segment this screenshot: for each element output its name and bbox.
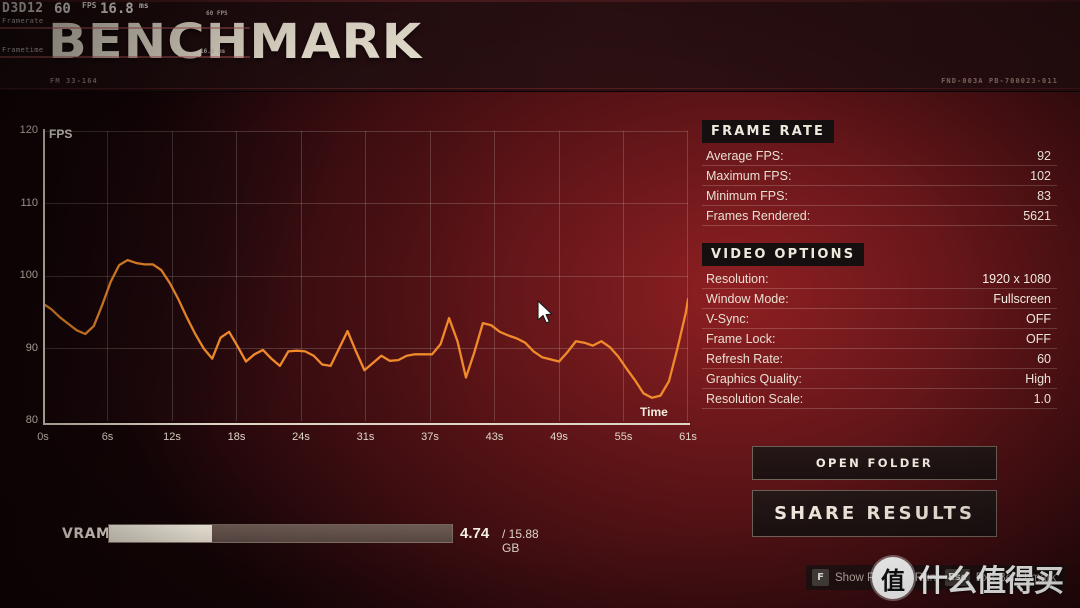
video-option-key: Resolution Scale: <box>706 391 804 406</box>
x-axis-line <box>43 423 690 425</box>
x-tick-24s: 24s <box>292 431 310 443</box>
video-option-row: Resolution Scale: 1.0 <box>702 389 1057 409</box>
frame-rate-key: Minimum FPS: <box>706 188 788 203</box>
header-top-rule <box>0 0 1080 2</box>
key-hint-label: Show Previous Run <box>835 571 936 584</box>
overlay-frametime-label: Frametime <box>2 46 44 54</box>
footer-key-hints: F Show Previous Run Esc Exit Benchmark <box>806 565 1067 590</box>
video-option-row: Resolution: 1920 x 1080 <box>702 269 1057 289</box>
frame-rate-row: Maximum FPS: 102 <box>702 166 1057 186</box>
video-option-value: OFF <box>1026 331 1051 346</box>
x-tick-61s: 61s <box>679 431 697 443</box>
x-tick-12s: 12s <box>163 431 181 443</box>
keycap-esc: Esc <box>945 569 970 586</box>
vram-fill <box>109 525 212 542</box>
video-option-value: 1920 x 1080 <box>982 271 1051 286</box>
section-video-options: VIDEO OPTIONS Resolution: 1920 x 1080 Wind… <box>702 243 1057 409</box>
video-option-row: V-Sync: OFF <box>702 309 1057 329</box>
keycap-f: F <box>812 569 829 586</box>
x-axis-label: Time <box>640 405 668 419</box>
video-option-value: 60 <box>1037 351 1051 366</box>
header-code-right: FND-003A PB-700023-011 <box>941 77 1058 85</box>
frame-rate-heading: FRAME RATE <box>702 120 835 143</box>
x-tick-37s: 37s <box>421 431 439 443</box>
y-tick-100: 100 <box>19 269 38 281</box>
y-axis-line <box>43 129 45 425</box>
video-option-value: OFF <box>1026 311 1051 326</box>
video-option-value: Fullscreen <box>993 291 1051 306</box>
frame-rate-key: Average FPS: <box>706 148 784 163</box>
vram-meter: VRAM 4.74 / 15.88 GB <box>62 524 552 555</box>
video-option-row: Refresh Rate: 60 <box>702 349 1057 369</box>
y-tick-80: 80 <box>25 414 38 426</box>
video-option-key: Refresh Rate: <box>706 351 784 366</box>
vram-label: VRAM <box>62 526 111 542</box>
share-results-button[interactable]: SHARE RESULTS <box>752 490 997 537</box>
overlay-fps-unit: FPS <box>82 1 97 10</box>
benchmark-results-screen: BENCHMARK FM 33-164 FND-003A PB-700023-0… <box>0 0 1080 608</box>
x-tick-31s: 31s <box>356 431 375 443</box>
header-bar: BENCHMARK FM 33-164 FND-003A PB-700023-0… <box>0 0 1080 92</box>
frame-rate-row: Frames Rendered: 5621 <box>702 206 1057 226</box>
frame-rate-row: Minimum FPS: 83 <box>702 186 1057 206</box>
video-option-key: V-Sync: <box>706 311 750 326</box>
frame-rate-key: Maximum FPS: <box>706 168 792 183</box>
x-tick-6s: 6s <box>101 431 114 443</box>
header-bottom-rule <box>0 91 1080 92</box>
video-option-row: Window Mode: Fullscreen <box>702 289 1057 309</box>
video-option-value: 1.0 <box>1033 391 1051 406</box>
video-options-heading: VIDEO OPTIONS <box>702 243 865 266</box>
open-folder-button[interactable]: OPEN FOLDER <box>752 446 997 480</box>
key-hint[interactable]: Esc Exit Benchmark <box>945 569 1056 586</box>
key-hint[interactable]: F Show Previous Run <box>812 569 936 586</box>
page-title: BENCHMARK <box>48 14 423 70</box>
overlay-api-label: D3D12 <box>2 1 44 16</box>
header-code-left: FM 33-164 <box>50 77 98 85</box>
video-option-key: Frame Lock: <box>706 331 776 346</box>
fps-chart: FPS Time 80 90 100 110 120 0s 6s 12s 18s 24s 31s 3… <box>10 97 697 443</box>
vram-track <box>108 524 453 543</box>
y-axis-label: FPS <box>49 127 73 141</box>
frame-rate-value: 102 <box>1030 168 1051 183</box>
x-tick-0s: 0s <box>37 431 49 443</box>
frame-rate-value: 5621 <box>1023 208 1051 223</box>
x-tick-49s: 49s <box>550 431 568 443</box>
fps-line-series <box>43 258 688 399</box>
video-option-key: Resolution: <box>706 271 769 286</box>
frame-rate-value: 83 <box>1037 188 1051 203</box>
section-frame-rate: FRAME RATE Average FPS: 92 Maximum FPS: 102… <box>702 120 1057 226</box>
frame-rate-row: Average FPS: 92 <box>702 146 1057 166</box>
video-option-key: Graphics Quality: <box>706 371 802 386</box>
x-tick-55s: 55s <box>614 431 633 443</box>
video-option-row: Graphics Quality: High <box>702 369 1057 389</box>
y-tick-90: 90 <box>25 341 38 354</box>
stats-panel: FRAME RATE Average FPS: 92 Maximum FPS: 102… <box>702 120 1057 409</box>
video-option-value: High <box>1025 371 1051 386</box>
video-option-row: Frame Lock: OFF <box>702 329 1057 349</box>
vram-total-value: / 15.88 GB <box>502 527 539 555</box>
header-baseline-rule <box>0 88 1080 89</box>
frame-rate-rows: Average FPS: 92 Maximum FPS: 102 Minimum FPS… <box>702 146 1057 226</box>
vram-used-value: 4.74 <box>460 525 490 542</box>
frame-rate-key: Frames Rendered: <box>706 208 811 223</box>
mouse-cursor-icon <box>537 300 553 324</box>
key-hint-label: Exit Benchmark <box>975 571 1057 584</box>
frame-rate-value: 92 <box>1037 148 1051 163</box>
y-tick-120: 120 <box>19 124 38 136</box>
y-tick-110: 110 <box>20 196 38 209</box>
overlay-frametime-unit: ms <box>139 1 149 10</box>
x-tick-18s: 18s <box>227 431 246 443</box>
x-tick-43s: 43s <box>485 431 504 443</box>
overlay-framerate-label: Framerate <box>2 17 44 25</box>
y-axis-ticks: 80 90 100 110 120 <box>10 97 43 437</box>
video-option-key: Window Mode: <box>706 291 789 306</box>
video-options-rows: Resolution: 1920 x 1080 Window Mode: Fullsc… <box>702 269 1057 409</box>
